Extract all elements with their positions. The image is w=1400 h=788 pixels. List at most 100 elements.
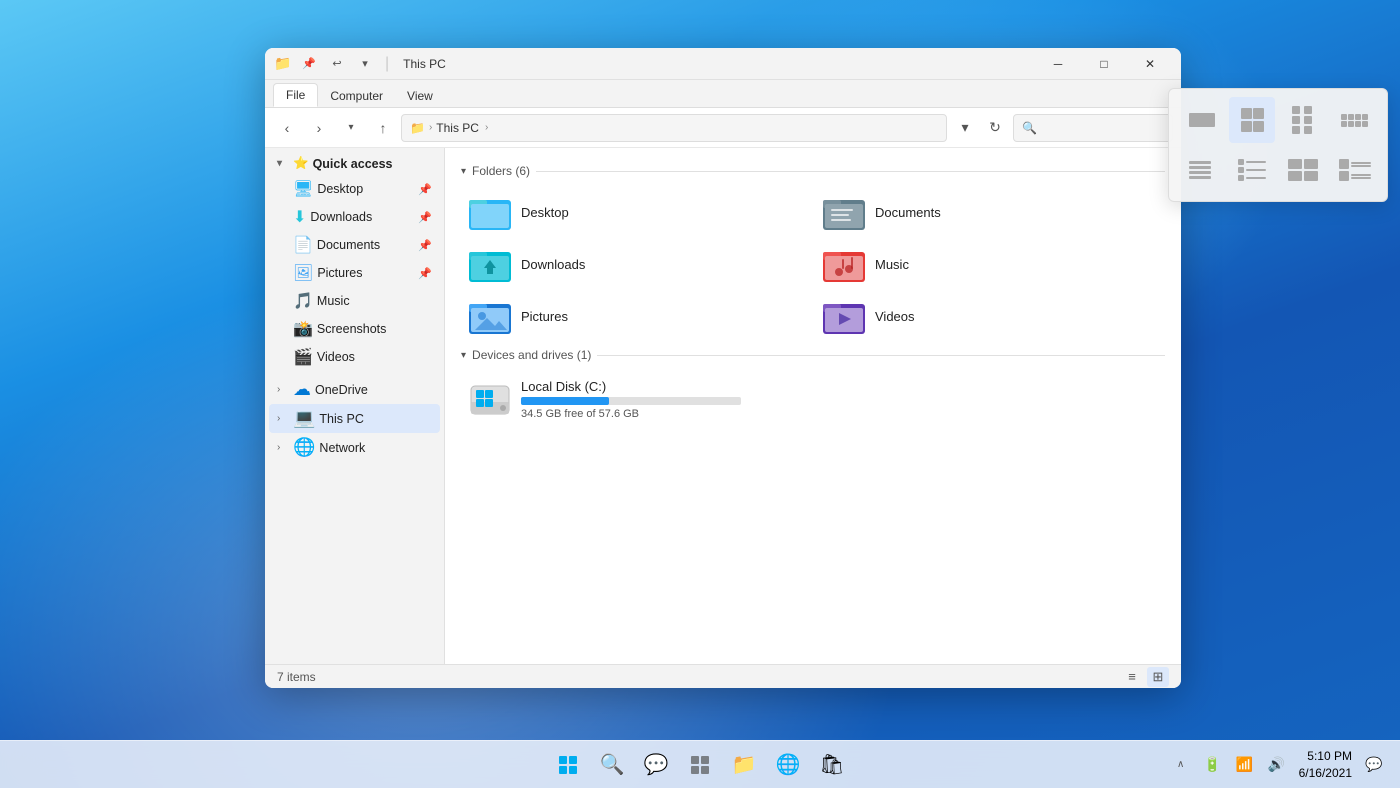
taskbar-browser-button[interactable]: 🌐 [768, 745, 808, 785]
sidebar-item-screenshots[interactable]: 📸 Screenshots [269, 315, 440, 343]
sidebar-item-this-pc[interactable]: › 💻 This PC [269, 404, 440, 433]
address-dropdown-button[interactable]: ▾ [951, 114, 979, 142]
taskbar-store-button[interactable]: 🛍 [812, 745, 852, 785]
layout-medium[interactable] [1280, 97, 1326, 143]
nav-forward-button[interactable]: › [305, 114, 333, 142]
sidebar-item-network[interactable]: › 🌐 Network [269, 433, 440, 462]
devices-toggle[interactable]: ▾ [461, 350, 466, 361]
address-folder-icon: 📁 [410, 121, 425, 135]
layout-medium-icon [1292, 106, 1314, 134]
sidebar-network-label: Network [319, 441, 365, 455]
folder-pictures-label: Pictures [521, 309, 568, 324]
folder-pictures[interactable]: Pictures [461, 292, 811, 340]
device-local-disk[interactable]: Local Disk (C:) 34.5 GB free of 57.6 GB [461, 372, 1165, 426]
sidebar-desktop-label: Desktop [317, 182, 363, 196]
folders-toggle[interactable]: ▾ [461, 166, 466, 177]
layout-tiles[interactable] [1280, 147, 1326, 193]
sidebar: ▾ ⭐ Quick access 🖥 Desktop 📌 ⬇ Downloads… [265, 148, 445, 664]
drive-name: Local Disk (C:) [521, 379, 741, 394]
downloads-icon: ⬇ [293, 207, 306, 227]
pin-icon: 📌 [418, 183, 432, 196]
folder-pictures-icon [469, 298, 511, 334]
sidebar-item-quick-access[interactable]: ▾ ⭐ Quick access [269, 152, 440, 175]
folder-documents-label: Documents [875, 205, 941, 220]
folder-downloads[interactable]: Downloads [461, 240, 811, 288]
layout-popup [1168, 88, 1388, 202]
sidebar-downloads-label: Downloads [310, 210, 372, 224]
qat-dropdown-btn[interactable]: ▾ [353, 54, 377, 74]
nav-bar: ‹ › ▾ ↑ 📁 › This PC › ▾ ↻ 🔍 [265, 108, 1181, 148]
notification-button[interactable]: 💬 [1360, 751, 1388, 779]
onedrive-expand-icon: › [277, 384, 289, 395]
folder-documents[interactable]: Documents [815, 188, 1165, 236]
folder-music-label: Music [875, 257, 909, 272]
tab-view[interactable]: View [395, 85, 445, 107]
sidebar-music-label: Music [317, 294, 350, 308]
folders-divider [536, 171, 1165, 172]
tray-network-icon[interactable]: 📶 [1231, 751, 1259, 779]
folder-videos[interactable]: Videos [815, 292, 1165, 340]
nav-back-button[interactable]: ‹ [273, 114, 301, 142]
close-button[interactable]: ✕ [1127, 48, 1173, 80]
taskbar-file-explorer-button[interactable]: 📁 [724, 745, 764, 785]
nav-end-buttons: ▾ ↻ [951, 114, 1009, 142]
sidebar-item-desktop[interactable]: 🖥 Desktop 📌 [269, 175, 440, 203]
folders-section-label: Folders (6) [472, 164, 530, 178]
folder-desktop-label: Desktop [521, 205, 569, 220]
folder-downloads-label: Downloads [521, 257, 585, 272]
layout-large[interactable] [1229, 97, 1275, 143]
folder-videos-icon [823, 298, 865, 334]
item-count: 7 items [277, 670, 316, 684]
folder-videos-label: Videos [875, 309, 915, 324]
layout-extra-large[interactable] [1177, 97, 1223, 143]
tray-volume-icon[interactable]: 🔊 [1263, 751, 1291, 779]
tab-computer[interactable]: Computer [318, 85, 395, 107]
sidebar-item-music[interactable]: 🎵 Music [269, 287, 440, 315]
details-view-button[interactable]: ≡ [1121, 667, 1143, 687]
taskbar-widgets-button[interactable]: 💬 [636, 745, 676, 785]
tray-chevron-icon[interactable]: ∧ [1167, 751, 1195, 779]
maximize-button[interactable]: □ [1081, 48, 1127, 80]
tab-file[interactable]: File [273, 83, 318, 107]
folder-music-icon [823, 246, 865, 282]
sidebar-item-videos[interactable]: 🎬 Videos [269, 343, 440, 371]
layout-content[interactable] [1332, 147, 1378, 193]
refresh-button[interactable]: ↻ [981, 114, 1009, 142]
status-bar: 7 items ≡ ⊞ [265, 664, 1181, 688]
layout-details-icon [1238, 159, 1266, 181]
layout-list[interactable] [1177, 147, 1223, 193]
taskbar-search-button[interactable]: 🔍 [592, 745, 632, 785]
taskbar-right: ∧ 🔋 📶 🔊 5:10 PM 6/16/2021 💬 [1167, 748, 1388, 782]
layout-details[interactable] [1229, 147, 1275, 193]
devices-divider [597, 355, 1165, 356]
layout-list-icon [1189, 161, 1211, 179]
folder-music[interactable]: Music [815, 240, 1165, 288]
pin-icon4: 📌 [418, 267, 432, 280]
tray-battery-icon[interactable]: 🔋 [1199, 751, 1227, 779]
taskbar-clock[interactable]: 5:10 PM 6/16/2021 [1299, 748, 1352, 782]
search-box[interactable]: 🔍 [1013, 114, 1173, 142]
minimize-button[interactable]: ─ [1035, 48, 1081, 80]
drive-size: 34.5 GB free of 57.6 GB [521, 408, 741, 420]
expand-icon: ▾ [277, 158, 289, 169]
folder-desktop[interactable]: Desktop [461, 188, 811, 236]
sidebar-item-pictures[interactable]: 🖼 Pictures 📌 [269, 259, 440, 287]
layout-content-icon [1339, 159, 1371, 181]
layout-small[interactable] [1332, 97, 1378, 143]
address-bar[interactable]: 📁 › This PC › [401, 114, 947, 142]
clock-date: 6/16/2021 [1299, 765, 1352, 782]
sidebar-item-downloads[interactable]: ⬇ Downloads 📌 [269, 203, 440, 231]
qat-pin-btn[interactable]: 📌 [297, 54, 321, 74]
nav-up-button[interactable]: ↑ [369, 114, 397, 142]
title-bar: 📁 📌 ↩ ▾ | This PC ─ □ ✕ [265, 48, 1181, 80]
sidebar-item-onedrive[interactable]: › ☁ OneDrive [269, 375, 440, 404]
sidebar-documents-label: Documents [317, 238, 380, 252]
window-controls: ─ □ ✕ [1035, 48, 1173, 80]
taskbar-multitask-button[interactable] [680, 745, 720, 785]
large-icons-view-button[interactable]: ⊞ [1147, 667, 1169, 687]
start-button[interactable] [548, 745, 588, 785]
qat-undo-btn[interactable]: ↩ [325, 54, 349, 74]
sidebar-item-documents[interactable]: 📄 Documents 📌 [269, 231, 440, 259]
pictures-icon: 🖼 [293, 263, 313, 283]
nav-recent-button[interactable]: ▾ [337, 114, 365, 142]
